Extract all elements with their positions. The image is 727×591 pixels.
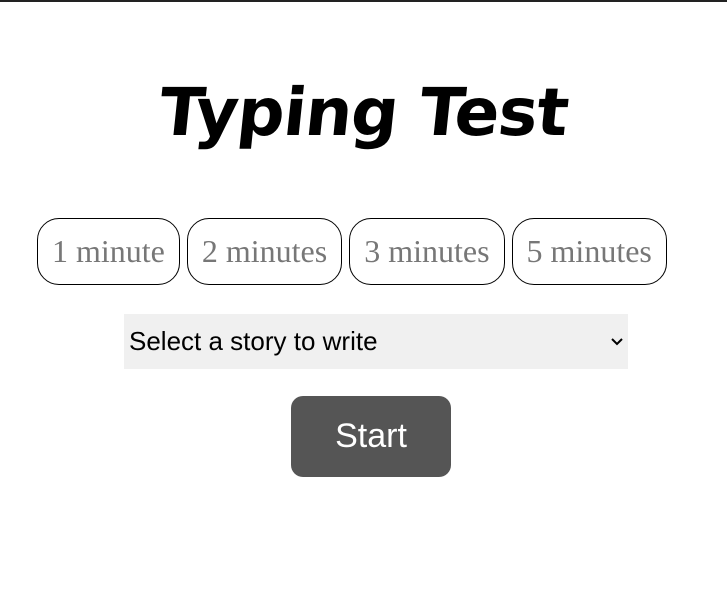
start-button[interactable]: Start <box>291 396 451 477</box>
duration-1-minute-button[interactable]: 1 minute <box>37 218 180 285</box>
story-select-value: Select a story to write <box>129 326 378 356</box>
duration-5-minutes-button[interactable]: 5 minutes <box>511 218 667 285</box>
duration-options: 1 minute 2 minutes 3 minutes 5 minutes <box>37 218 667 285</box>
page-title: Typing Test <box>155 74 572 151</box>
chevron-down-icon <box>610 335 624 349</box>
duration-3-minutes-button[interactable]: 3 minutes <box>349 218 505 285</box>
duration-2-minutes-button[interactable]: 2 minutes <box>186 218 343 285</box>
story-select[interactable]: Select a story to write <box>124 314 628 369</box>
